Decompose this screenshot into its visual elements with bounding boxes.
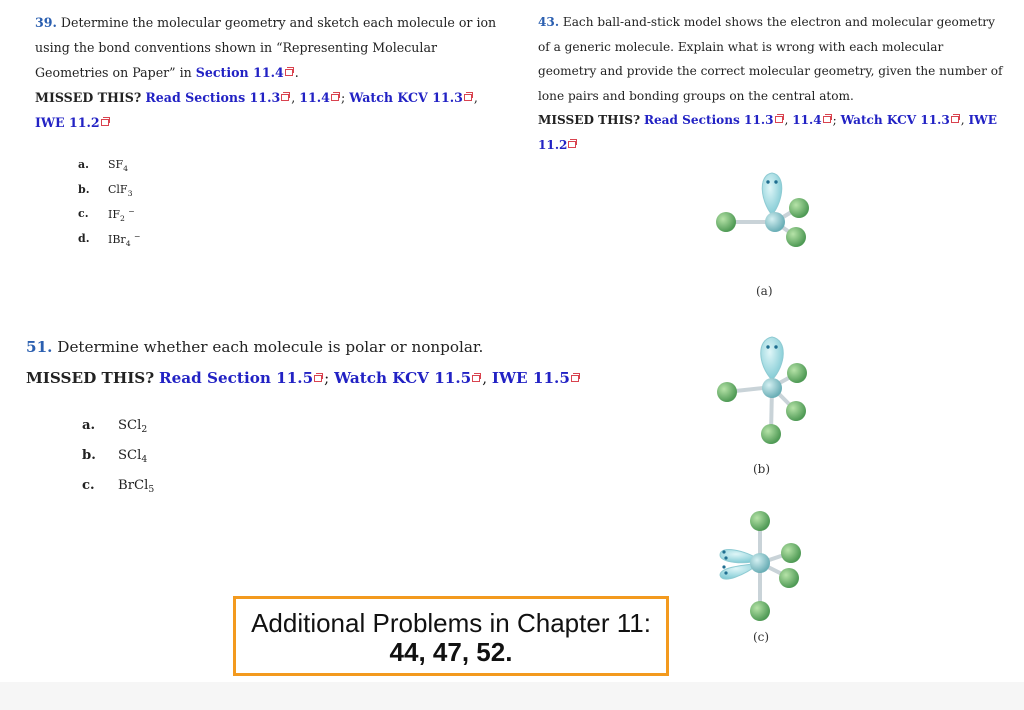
- external-link-icon: [100, 117, 110, 126]
- problem-text: Determine whether each molecule is polar…: [52, 338, 484, 356]
- additional-problems-box: Additional Problems in Chapter 11: 44, 4…: [233, 596, 669, 676]
- list-item: b. ClF3: [78, 182, 133, 198]
- link-watch-kcv[interactable]: Watch KCV 11.5: [334, 369, 471, 387]
- footer-band: [0, 682, 1024, 710]
- problem-39: 39. Determine the molecular geometry and…: [35, 15, 497, 130]
- link-read-sections[interactable]: Read Sections 11.3: [644, 113, 774, 127]
- list-item: d. IBr4 −: [78, 231, 141, 248]
- additional-problems-numbers: 44, 47, 52.: [389, 637, 513, 667]
- external-link-icon: [284, 67, 294, 76]
- link-section[interactable]: 11.4: [299, 90, 330, 105]
- list-item: b. SCl4: [82, 448, 148, 465]
- link-iwe[interactable]: IWE 11.5: [492, 369, 570, 387]
- list-item: a. SCl2: [82, 418, 148, 435]
- missed-this-label: MISSED THIS?: [35, 90, 142, 105]
- problem-number: 39.: [35, 15, 57, 30]
- figure-label-a: (a): [756, 284, 773, 298]
- external-link-icon: [570, 373, 580, 382]
- external-link-icon: [463, 92, 473, 101]
- link-section[interactable]: 11.4: [792, 113, 821, 127]
- external-link-icon: [950, 114, 960, 123]
- additional-problems-heading: Additional Problems in Chapter 11:: [251, 608, 651, 638]
- link-section-11-4[interactable]: Section 11.4: [196, 65, 284, 80]
- missed-this-label: MISSED THIS?: [26, 369, 155, 387]
- problem-number: 43.: [538, 15, 560, 29]
- problem-51: 51. Determine whether each molecule is p…: [26, 332, 586, 394]
- missed-this-label: MISSED THIS?: [538, 113, 641, 127]
- problem-39-items: a. SF4 b. ClF3 c. IF2 − d. IBr4 −: [78, 158, 141, 256]
- link-read-sections[interactable]: Read Sections 11.3: [145, 90, 280, 105]
- link-watch-kcv[interactable]: Watch KCV 11.3: [841, 113, 950, 127]
- problem-51-items: a. SCl2 b. SCl4 c. BrCl5: [82, 418, 154, 508]
- external-link-icon: [330, 92, 340, 101]
- molecule-model-b-icon: [717, 336, 807, 444]
- list-item: c. BrCl5: [82, 478, 155, 495]
- external-link-icon: [281, 92, 291, 101]
- external-link-icon: [314, 373, 324, 382]
- molecule-model-c-icon: [719, 511, 801, 621]
- link-watch-kcv[interactable]: Watch KCV 11.3: [349, 90, 463, 105]
- figure-label-b: (b): [753, 462, 771, 476]
- external-link-icon: [472, 373, 482, 382]
- list-item: a. SF4: [78, 158, 129, 173]
- figure-label-c: (c): [753, 630, 770, 644]
- external-link-icon: [568, 138, 578, 148]
- list-item: c. IF2 −: [78, 207, 135, 223]
- link-iwe[interactable]: IWE 11.2: [35, 115, 100, 130]
- problem-43: 43. Each ball-and-stick model shows the …: [538, 15, 1003, 152]
- molecule-model-a-icon: [716, 172, 809, 247]
- external-link-icon: [822, 114, 832, 123]
- problem-number: 51.: [26, 338, 53, 356]
- external-link-icon: [774, 114, 784, 123]
- problem-text: Each ball-and-stick model shows the elec…: [538, 15, 1003, 103]
- link-read-section[interactable]: Read Section 11.5: [159, 369, 313, 387]
